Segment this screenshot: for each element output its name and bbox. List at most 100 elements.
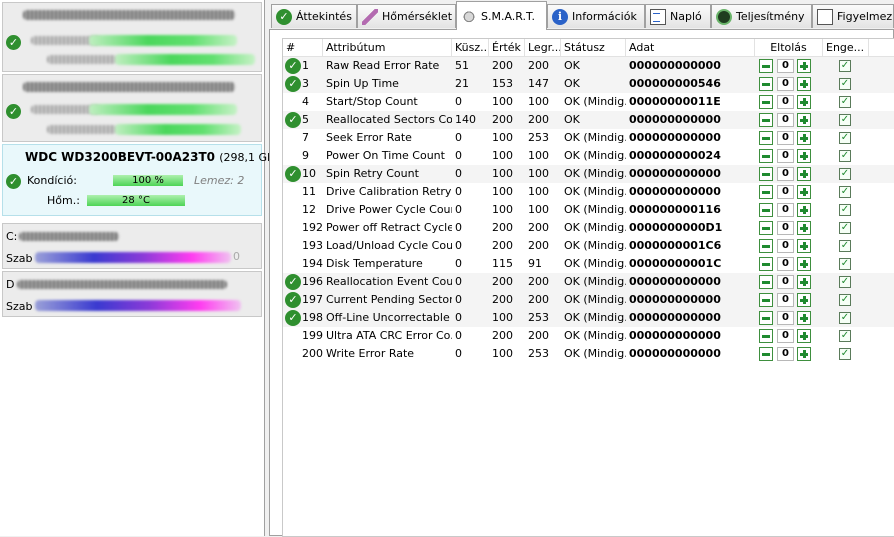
offset-value[interactable]: 0 xyxy=(777,77,794,91)
offset-decrease-button[interactable] xyxy=(759,257,773,271)
table-row[interactable]: ✓10Spin Retry Count0100100OK (Mindig...0… xyxy=(283,165,894,183)
offset-increase-button[interactable] xyxy=(797,239,811,253)
table-row[interactable]: 200Write Error Rate0100253OK (Mindig...0… xyxy=(283,345,894,363)
offset-increase-button[interactable] xyxy=(797,275,811,289)
table-row[interactable]: 192Power off Retract Cycle ...0200200OK … xyxy=(283,219,894,237)
offset-value[interactable]: 0 xyxy=(777,131,794,145)
enabled-checkbox[interactable]: ✓ xyxy=(839,114,851,126)
offset-value[interactable]: 0 xyxy=(777,149,794,163)
enabled-checkbox[interactable]: ✓ xyxy=(839,132,851,144)
table-row[interactable]: 12 Drive Power Cycle Count 0 100 100 OK (Mind… xyxy=(283,201,894,219)
enabled-checkbox[interactable]: ✓ xyxy=(839,168,851,180)
offset-value[interactable]: 0 xyxy=(777,95,794,109)
offset-increase-button[interactable] xyxy=(797,131,811,145)
offset-value[interactable]: 0 xyxy=(777,329,794,343)
enabled-checkbox[interactable]: ✓ xyxy=(839,186,851,198)
offset-decrease-button[interactable] xyxy=(759,185,773,199)
offset-decrease-button[interactable] xyxy=(759,113,773,127)
offset-decrease-button[interactable] xyxy=(759,167,773,181)
table-row[interactable]: ✓ 198 Off-Line Uncorrectable ... 0 100 253 OK … xyxy=(283,309,894,327)
col-header-worst[interactable]: Legr... xyxy=(525,39,561,57)
offset-increase-button[interactable] xyxy=(797,95,811,109)
offset-decrease-button[interactable] xyxy=(759,221,773,235)
offset-increase-button[interactable] xyxy=(797,257,811,271)
offset-decrease-button[interactable] xyxy=(759,347,773,361)
offset-decrease-button[interactable] xyxy=(759,329,773,343)
col-header-value[interactable]: Érték xyxy=(489,39,525,57)
offset-increase-button[interactable] xyxy=(797,167,811,181)
offset-decrease-button[interactable] xyxy=(759,275,773,289)
table-row[interactable]: ✓ 1 Raw Read Error Rate 51 200 200 OK 000000000… xyxy=(283,57,894,75)
offset-increase-button[interactable] xyxy=(797,311,811,325)
offset-decrease-button[interactable] xyxy=(759,59,773,73)
table-row[interactable]: 194Disk Temperature011591OK (Mindig...00… xyxy=(283,255,894,273)
enabled-checkbox[interactable]: ✓ xyxy=(839,258,851,270)
offset-increase-button[interactable] xyxy=(797,293,811,307)
smart-attribute-table[interactable]: # Attribútum Küsz... Érték Legr... Státu… xyxy=(282,38,894,537)
offset-value[interactable]: 0 xyxy=(777,185,794,199)
col-header-enabled[interactable]: Enge... xyxy=(823,39,869,57)
tab-alerts[interactable]: Figyelmez xyxy=(812,4,894,28)
offset-value[interactable]: 0 xyxy=(777,311,794,325)
enabled-checkbox[interactable]: ✓ xyxy=(839,294,851,306)
offset-increase-button[interactable] xyxy=(797,113,811,127)
table-row[interactable]: 4Start/Stop Count0100100OK (Mindig...000… xyxy=(283,93,894,111)
offset-decrease-button[interactable] xyxy=(759,293,773,307)
offset-value[interactable]: 0 xyxy=(777,167,794,181)
tab-performance[interactable]: Teljesítmény xyxy=(711,4,812,28)
disk-entry-2[interactable]: ✓ xyxy=(2,74,262,142)
col-header-data[interactable]: Adat xyxy=(626,39,755,57)
offset-decrease-button[interactable] xyxy=(759,131,773,145)
enabled-checkbox[interactable]: ✓ xyxy=(839,96,851,108)
enabled-checkbox[interactable]: ✓ xyxy=(839,348,851,360)
tab-smart[interactable]: S.M.A.R.T. xyxy=(456,1,547,30)
tab-log[interactable]: Napló xyxy=(645,4,711,28)
col-header-offset[interactable]: Eltolás xyxy=(755,39,823,57)
partition-entry-1[interactable]: C: Szab 0 xyxy=(2,223,262,269)
tab-overview[interactable]: ✓ Áttekintés xyxy=(271,4,357,28)
offset-increase-button[interactable] xyxy=(797,77,811,91)
offset-value[interactable]: 0 xyxy=(777,347,794,361)
table-row[interactable]: 193 Load/Unload Cycle Cou... 0 200 200 OK (Mi… xyxy=(283,237,894,255)
partition-entry-2[interactable]: D Szab xyxy=(2,271,262,317)
offset-value[interactable]: 0 xyxy=(777,293,794,307)
offset-decrease-button[interactable] xyxy=(759,239,773,253)
offset-increase-button[interactable] xyxy=(797,347,811,361)
offset-value[interactable]: 0 xyxy=(777,203,794,217)
enabled-checkbox[interactable]: ✓ xyxy=(839,222,851,234)
col-header-status[interactable]: Státusz xyxy=(561,39,626,57)
table-row[interactable]: 199 Ultra ATA CRC Error Co... 0 200 200 OK (M… xyxy=(283,327,894,345)
offset-value[interactable]: 0 xyxy=(777,257,794,271)
offset-decrease-button[interactable] xyxy=(759,77,773,91)
offset-decrease-button[interactable] xyxy=(759,95,773,109)
offset-increase-button[interactable] xyxy=(797,185,811,199)
enabled-checkbox[interactable]: ✓ xyxy=(839,150,851,162)
enabled-checkbox[interactable]: ✓ xyxy=(839,204,851,216)
offset-value[interactable]: 0 xyxy=(777,275,794,289)
offset-increase-button[interactable] xyxy=(797,203,811,217)
table-row[interactable]: ✓ 3 Spin Up Time 21 153 147 OK 000000000546 0 ✓ xyxy=(283,75,894,93)
table-row[interactable]: 9 Power On Time Count 0 100 100 OK (Mindig...… xyxy=(283,147,894,165)
offset-decrease-button[interactable] xyxy=(759,149,773,163)
offset-decrease-button[interactable] xyxy=(759,311,773,325)
enabled-checkbox[interactable]: ✓ xyxy=(839,312,851,324)
offset-decrease-button[interactable] xyxy=(759,203,773,217)
offset-increase-button[interactable] xyxy=(797,149,811,163)
enabled-checkbox[interactable]: ✓ xyxy=(839,330,851,342)
col-header-attribute[interactable]: Attribútum xyxy=(323,39,452,57)
col-header-id[interactable]: # xyxy=(283,39,323,57)
offset-increase-button[interactable] xyxy=(797,329,811,343)
offset-value[interactable]: 0 xyxy=(777,113,794,127)
col-header-threshold[interactable]: Küsz... xyxy=(452,39,489,57)
offset-increase-button[interactable] xyxy=(797,221,811,235)
offset-value[interactable]: 0 xyxy=(777,239,794,253)
table-row[interactable]: ✓ 197 Current Pending Sector... 0 200 200 OK (… xyxy=(283,291,894,309)
disk-entry-3-selected[interactable]: WDC WD3200BEVT-00A23T0 (298,1 GB) ✓ Kond… xyxy=(2,144,279,216)
table-row[interactable]: 7Seek Error Rate0100253OK (Mindig...0000… xyxy=(283,129,894,147)
table-row[interactable]: 11 Drive Calibration Retry ... 0 100 100 OK (… xyxy=(283,183,894,201)
tab-temperature[interactable]: Hőmérséklet xyxy=(357,4,456,28)
offset-value[interactable]: 0 xyxy=(777,59,794,73)
enabled-checkbox[interactable]: ✓ xyxy=(839,78,851,90)
enabled-checkbox[interactable]: ✓ xyxy=(839,60,851,72)
table-row[interactable]: ✓ 5 Reallocated Sectors Co... 140 200 200 OK 00… xyxy=(283,111,894,129)
